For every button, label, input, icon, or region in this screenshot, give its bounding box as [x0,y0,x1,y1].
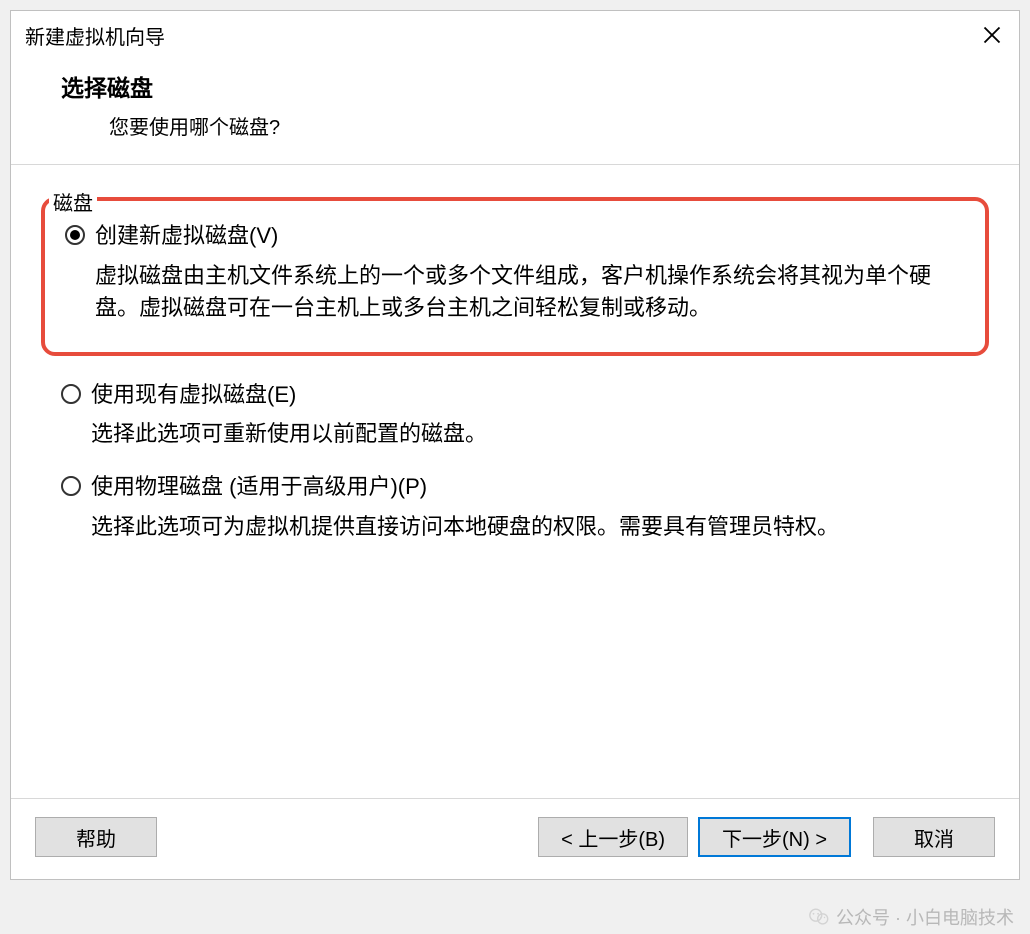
disk-groupbox: 磁盘 创建新虚拟磁盘(V) 虚拟磁盘由主机文件系统上的一个或多个文件组成，客户机… [41,191,989,561]
dialog-title: 新建虚拟机向导 [25,21,165,50]
option-label-use-existing: 使用现有虚拟磁盘(E) [91,380,296,411]
option-use-existing[interactable]: 使用现有虚拟磁盘(E) [61,380,961,411]
option-desc-use-physical: 选择此选项可为虚拟机提供直接访问本地硬盘的权限。需要具有管理员特权。 [91,511,961,543]
radio-use-physical[interactable] [61,476,81,496]
option-use-physical[interactable]: 使用物理磁盘 (适用于高级用户)(P) [61,472,961,503]
help-button[interactable]: 帮助 [35,817,157,857]
watermark: 公众号 · 小白电脑技术 [808,904,1014,930]
groupbox-label: 磁盘 [49,187,97,216]
option-desc-create-new: 虚拟磁盘由主机文件系统上的一个或多个文件组成，客户机操作系统会将其视为单个硬盘。… [95,260,957,324]
close-icon[interactable] [979,22,1005,48]
next-button[interactable]: 下一步(N) > [698,817,851,857]
wizard-header: 选择磁盘 您要使用哪个磁盘? [11,55,1019,165]
footer: 帮助 < 上一步(B) 下一步(N) > 取消 [11,798,1019,879]
option-create-new[interactable]: 创建新虚拟磁盘(V) [65,221,957,252]
page-subtitle: 您要使用哪个磁盘? [109,111,981,140]
option-desc-use-existing: 选择此选项可重新使用以前配置的磁盘。 [91,418,961,450]
radio-use-existing[interactable] [61,384,81,404]
option-use-physical-block: 使用物理磁盘 (适用于高级用户)(P) 选择此选项可为虚拟机提供直接访问本地硬盘… [41,468,989,561]
option-use-existing-block: 使用现有虚拟磁盘(E) 选择此选项可重新使用以前配置的磁盘。 [41,376,989,469]
page-title: 选择磁盘 [61,69,981,103]
radio-create-new[interactable] [65,225,85,245]
highlight-annotation: 创建新虚拟磁盘(V) 虚拟磁盘由主机文件系统上的一个或多个文件组成，客户机操作系… [41,197,989,356]
content-area: 磁盘 创建新虚拟磁盘(V) 虚拟磁盘由主机文件系统上的一个或多个文件组成，客户机… [11,165,1019,798]
titlebar: 新建虚拟机向导 [11,11,1019,55]
back-button[interactable]: < 上一步(B) [538,817,688,857]
wechat-icon [808,906,830,928]
option-label-use-physical: 使用物理磁盘 (适用于高级用户)(P) [91,472,427,503]
wizard-dialog: 新建虚拟机向导 选择磁盘 您要使用哪个磁盘? 磁盘 创建新虚拟磁盘(V) 虚拟磁… [10,10,1020,880]
option-label-create-new: 创建新虚拟磁盘(V) [95,221,278,252]
watermark-text: 公众号 · 小白电脑技术 [836,904,1014,930]
cancel-button[interactable]: 取消 [873,817,995,857]
